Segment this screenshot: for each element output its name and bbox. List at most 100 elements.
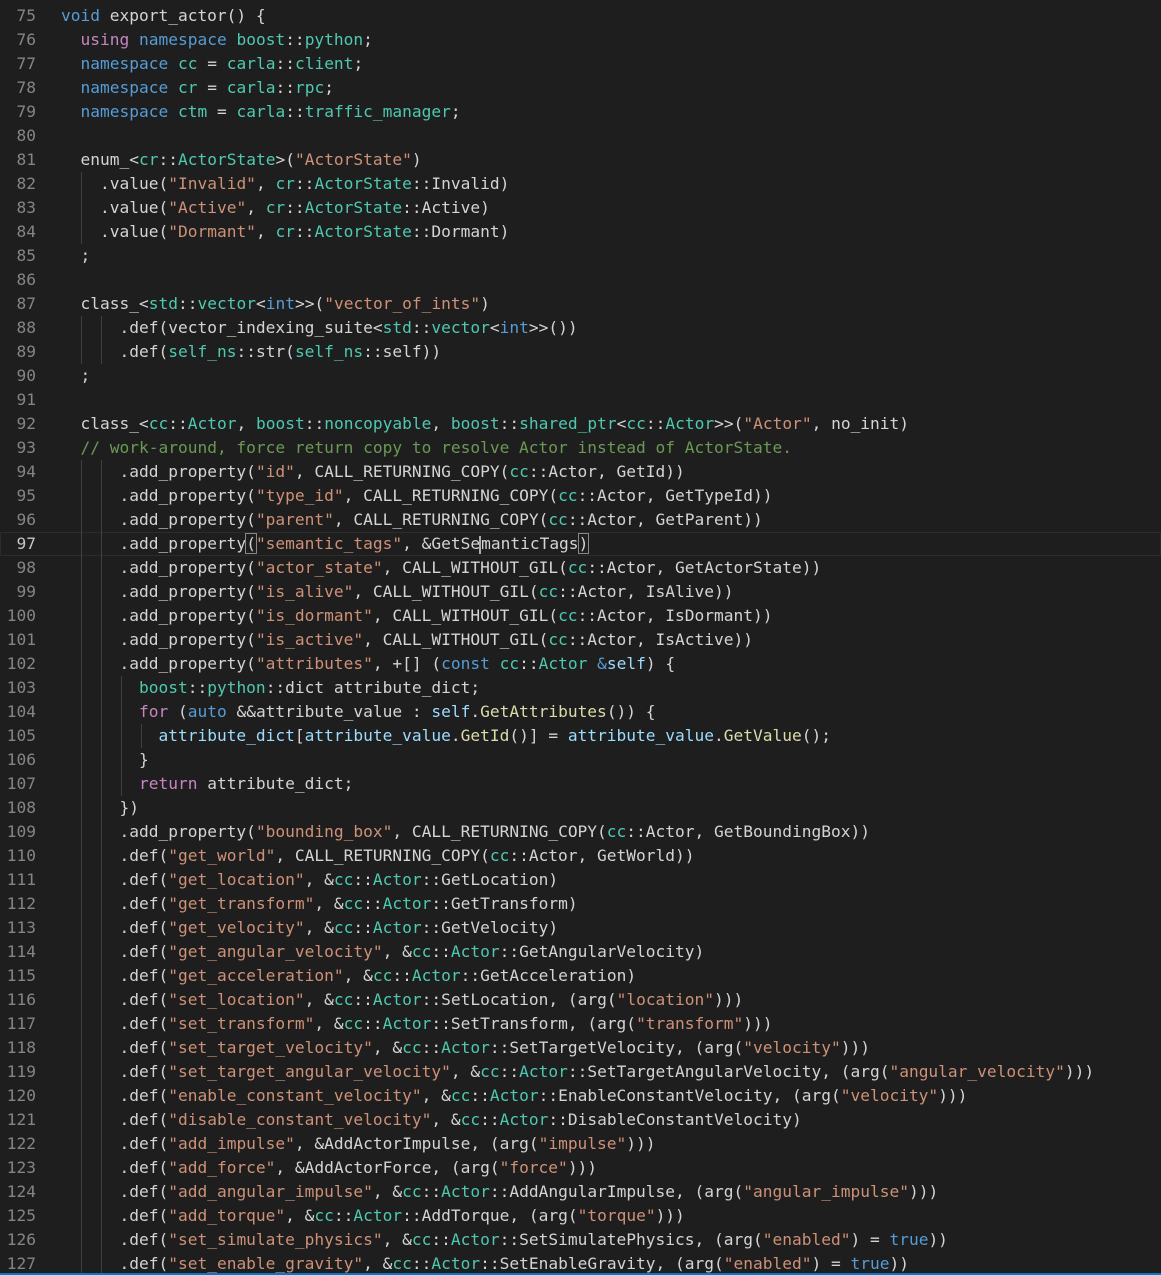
code-token: :: <box>353 918 373 937</box>
code-token: Actor <box>450 1230 500 1249</box>
code-line[interactable]: 76 using namespace boost::python; <box>0 28 1161 52</box>
code-token: self_ns <box>294 342 364 361</box>
code-line[interactable]: 111 .def("get_location", &cc::Actor::Get… <box>0 868 1161 892</box>
code-line[interactable]: 108 }) <box>0 796 1161 820</box>
code-line[interactable]: 115 .def("get_acceleration", &cc::Actor:… <box>0 964 1161 988</box>
code-line[interactable]: 97 .add_property("semantic_tags", &GetSe… <box>0 532 1161 556</box>
code-token: client <box>294 54 354 73</box>
code-token: ActorState <box>177 150 276 169</box>
code-token: :: <box>285 198 305 217</box>
code-line[interactable]: 116 .def("set_location", &cc::Actor::Set… <box>0 988 1161 1012</box>
code-line[interactable]: 103 boost::python::dict attribute_dict; <box>0 676 1161 700</box>
code-token: , & <box>450 1062 481 1081</box>
code-token: "Actor" <box>743 414 812 433</box>
code-line[interactable]: 82 .value("Invalid", cr::ActorState::Inv… <box>0 172 1161 196</box>
code-token: ::Active) <box>402 198 490 217</box>
code-line[interactable]: 109 .add_property("bounding_box", CALL_R… <box>0 820 1161 844</box>
line-number: 90 <box>16 366 37 385</box>
code-token: cc <box>480 1062 500 1081</box>
code-line[interactable]: 120 .def("enable_constant_velocity", &cc… <box>0 1084 1161 1108</box>
code-token: ))) <box>743 1014 773 1033</box>
code-line[interactable]: 75 void export_actor() { <box>0 4 1161 28</box>
code-line[interactable]: 81 enum_<cr::ActorState>("ActorState") <box>0 148 1161 172</box>
code-token: .def( <box>119 918 169 937</box>
code-token: true <box>850 1254 890 1273</box>
code-token: "set_transform" <box>168 1014 315 1033</box>
code-token: "set_enable_gravity" <box>168 1254 364 1273</box>
line-number: 112 <box>6 894 36 913</box>
code-text: .def(vector_indexing_suite<std::vector<i… <box>61 316 578 340</box>
code-token: .add_property <box>119 534 247 553</box>
code-line[interactable]: 98 .add_property("actor_state", CALL_WIT… <box>0 556 1161 580</box>
code-line[interactable]: 92 class_<cc::Actor, boost::noncopyable,… <box>0 412 1161 436</box>
code-token: manticTags <box>481 534 579 553</box>
code-line[interactable]: 90 ; <box>0 364 1161 388</box>
code-token: , & <box>304 918 334 937</box>
code-token: "angular_velocity" <box>889 1062 1065 1081</box>
code-line[interactable]: 100 .add_property("is_dormant", CALL_WIT… <box>0 604 1161 628</box>
code-line[interactable]: 89 .def(self_ns::str(self_ns::self)) <box>0 340 1161 364</box>
code-line[interactable]: 105 attribute_dict[attribute_value.GetId… <box>0 724 1161 748</box>
code-token: cc <box>558 606 578 625</box>
code-token: .def( <box>119 1062 169 1081</box>
code-line[interactable]: 127 .def("set_enable_gravity", &cc::Acto… <box>0 1252 1161 1275</box>
line-number: 98 <box>16 558 37 577</box>
code-token: cc <box>509 462 529 481</box>
code-line[interactable]: 122 .def("add_impulse", &AddActorImpulse… <box>0 1132 1161 1156</box>
code-line[interactable]: 95 .add_property("type_id", CALL_RETURNI… <box>0 484 1161 508</box>
line-number: 75 <box>16 6 37 25</box>
code-line[interactable]: 106 } <box>0 748 1161 772</box>
code-line[interactable]: 80 <box>0 124 1161 148</box>
code-line[interactable]: 124 .def("add_angular_impulse", &cc::Act… <box>0 1180 1161 1204</box>
code-line[interactable]: 104 for (auto &&attribute_value : self.G… <box>0 700 1161 724</box>
code-text: .def("add_angular_impulse", &cc::Actor::… <box>61 1180 938 1204</box>
code-line[interactable]: 125 .def("add_torque", &cc::Actor::AddTo… <box>0 1204 1161 1228</box>
code-editor[interactable]: 75 void export_actor() {76 using namespac… <box>0 4 1161 1275</box>
code-line[interactable]: 119 .def("set_target_angular_velocity", … <box>0 1060 1161 1084</box>
code-line[interactable]: 113 .def("get_velocity", &cc::Actor::Get… <box>0 916 1161 940</box>
code-token: cr <box>265 198 286 217</box>
code-line[interactable]: 87 class_<std::vector<int>>("vector_of_i… <box>0 292 1161 316</box>
line-number: 124 <box>6 1182 36 1201</box>
code-line[interactable]: 88 .def(vector_indexing_suite<std::vecto… <box>0 316 1161 340</box>
code-token: .value( <box>99 222 169 241</box>
code-text: // work-around, force return copy to res… <box>61 436 792 460</box>
code-token: "transform" <box>636 1014 744 1033</box>
code-line[interactable]: 118 .def("set_target_velocity", &cc::Act… <box>0 1036 1161 1060</box>
code-line[interactable]: 107 return attribute_dict; <box>0 772 1161 796</box>
code-line[interactable]: 94 .add_property("id", CALL_RETURNING_CO… <box>0 460 1161 484</box>
line-number: 78 <box>16 78 37 97</box>
code-line[interactable]: 83 .value("Active", cr::ActorState::Acti… <box>0 196 1161 220</box>
code-line[interactable]: 96 .add_property("parent", CALL_RETURNIN… <box>0 508 1161 532</box>
code-line[interactable]: 78 namespace cr = carla::rpc; <box>0 76 1161 100</box>
code-token: >>()) <box>528 318 578 337</box>
code-token: GetAttributes <box>480 702 607 721</box>
code-line[interactable]: 77 namespace cc = carla::client; <box>0 52 1161 76</box>
code-line[interactable]: 93 // work-around, force return copy to … <box>0 436 1161 460</box>
code-line[interactable]: 121 .def("disable_constant_velocity", &c… <box>0 1108 1161 1132</box>
code-text: for (auto &&attribute_value : self.GetAt… <box>61 700 656 724</box>
code-line[interactable]: 102 .add_property("attributes", +[] (con… <box>0 652 1161 676</box>
code-line[interactable]: 123 .def("add_force", &AddActorForce, (a… <box>0 1156 1161 1180</box>
code-line[interactable]: 114 .def("get_angular_velocity", &cc::Ac… <box>0 940 1161 964</box>
code-line[interactable]: 85 ; <box>0 244 1161 268</box>
code-line[interactable]: 99 .add_property("is_alive", CALL_WITHOU… <box>0 580 1161 604</box>
code-line[interactable]: 110 .def("get_world", CALL_RETURNING_COP… <box>0 844 1161 868</box>
code-token: "enabled" <box>723 1254 812 1273</box>
code-line[interactable]: 112 .def("get_transform", &cc::Actor::Ge… <box>0 892 1161 916</box>
code-token: :: <box>285 30 305 49</box>
code-line[interactable]: 101 .add_property("is_active", CALL_WITH… <box>0 628 1161 652</box>
code-line[interactable]: 79 namespace ctm = carla::traffic_manage… <box>0 100 1161 124</box>
code-line[interactable]: 91 <box>0 388 1161 412</box>
line-number: 87 <box>16 294 37 313</box>
code-line[interactable]: 86 <box>0 268 1161 292</box>
code-text: using namespace boost::python; <box>61 28 373 52</box>
code-line[interactable]: 126 .def("set_simulate_physics", &cc::Ac… <box>0 1228 1161 1252</box>
code-line[interactable]: 84 .value("Dormant", cr::ActorState::Dor… <box>0 220 1161 244</box>
code-token: ))) <box>655 1206 685 1225</box>
code-token: < <box>489 318 500 337</box>
code-line[interactable]: 117 .def("set_transform", &cc::Actor::Se… <box>0 1012 1161 1036</box>
